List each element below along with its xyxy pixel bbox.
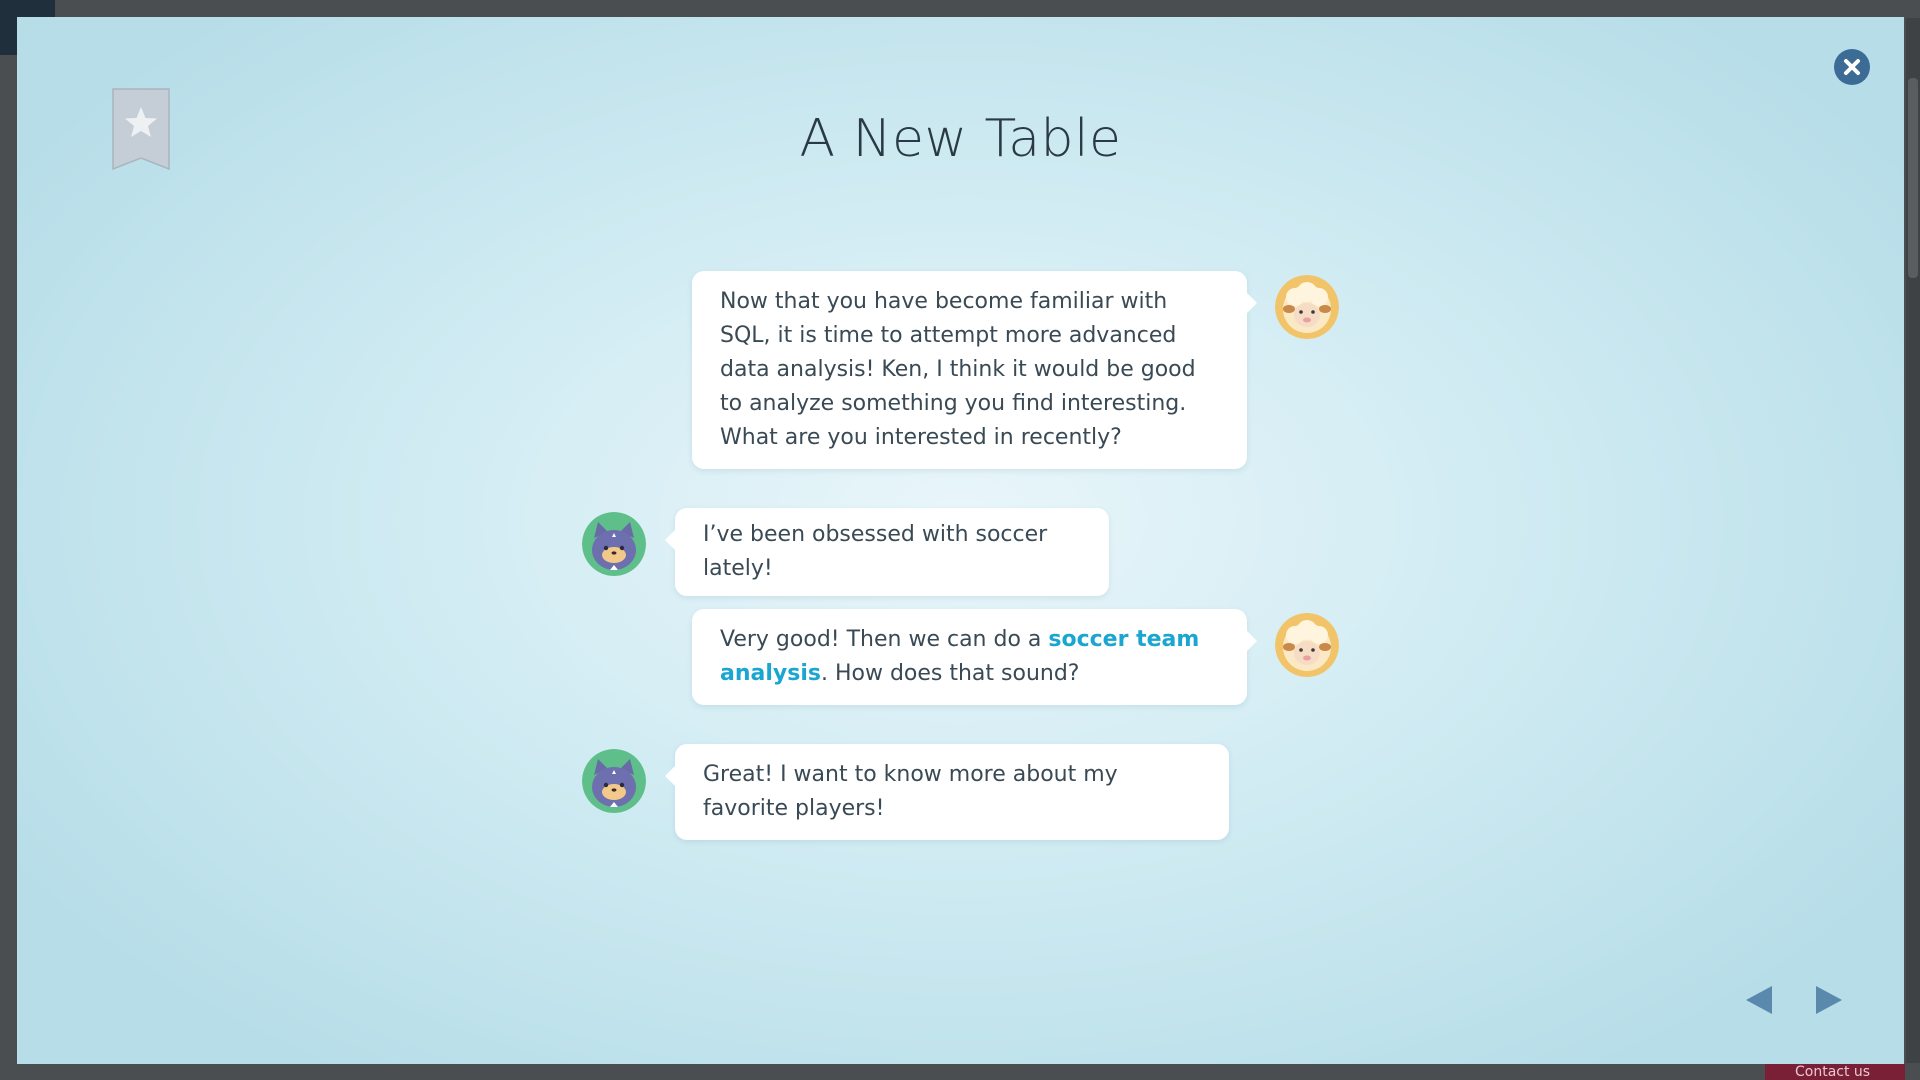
message-text: . How does that sound? [820,661,1080,686]
contact-label: Contact us [1795,1064,1871,1080]
close-icon [1844,59,1860,75]
triangle-left-icon [1746,986,1772,1014]
background-scrollbar[interactable] [1906,18,1920,1063]
previous-button[interactable] [1744,984,1774,1016]
next-button[interactable] [1814,984,1844,1016]
background-contact-button[interactable]: Contact us [1765,1064,1905,1080]
message-text: Now that you have become familiar with S… [720,289,1196,450]
message-text: Very good! Then we can do a [720,627,1049,652]
message-bubble-sheep: Very good! Then we can do a soccer team … [692,609,1257,705]
sheep-avatar [1275,613,1339,677]
message-text: I’ve been obsessed with soccer lately! [703,522,1048,581]
close-button[interactable] [1834,49,1870,85]
message-bubble-cat: I’ve been obsessed with soccer lately! [665,508,1109,596]
lesson-dialog: A New Table Now that you have become fam… [17,17,1904,1064]
sheep-avatar [1275,275,1339,339]
dialog-title: A New Table [799,109,1122,169]
cat-avatar [582,749,646,813]
message-bubble-sheep: Now that you have become familiar with S… [692,271,1257,469]
message-bubble-cat: Great! I want to know more about my favo… [665,744,1229,840]
triangle-right-icon [1816,986,1842,1014]
background-scrollbar-thumb[interactable] [1908,78,1918,278]
cat-avatar [582,512,646,576]
message-text: Great! I want to know more about my favo… [703,762,1118,821]
